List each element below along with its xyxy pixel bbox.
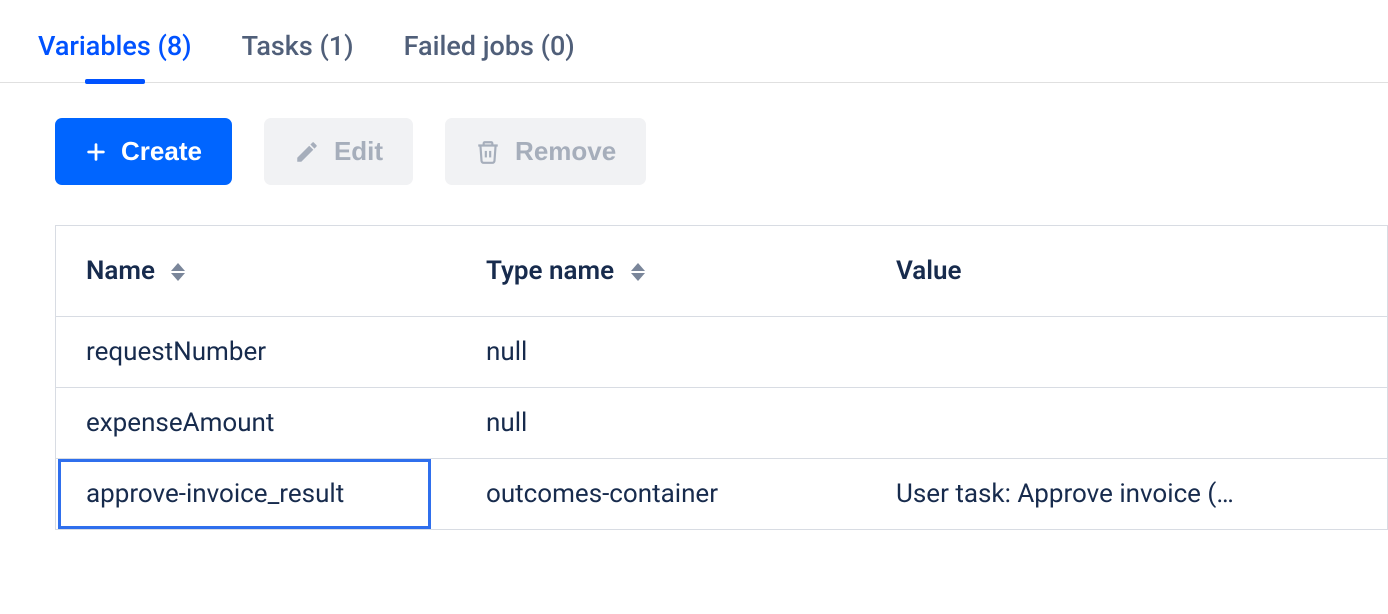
table-row[interactable]: expenseAmountnull [56, 388, 1387, 459]
cell-type: null [456, 388, 866, 459]
toolbar: Create Edit Remove [0, 83, 1388, 185]
remove-button[interactable]: Remove [445, 118, 646, 185]
cell-value [866, 317, 1387, 388]
cell-type: outcomes-container [456, 459, 866, 530]
pencil-icon [294, 139, 320, 165]
trash-icon [475, 139, 501, 165]
cell-name: expenseAmount [56, 388, 456, 459]
plus-icon [85, 141, 107, 163]
cell-name: requestNumber [56, 317, 456, 388]
column-name-label: Name [86, 256, 155, 286]
cell-value [866, 388, 1387, 459]
sort-icon [631, 263, 645, 281]
column-header-name[interactable]: Name [56, 226, 456, 317]
column-type-label: Type name [486, 256, 614, 286]
tab-variables[interactable]: Variables (8) [38, 30, 192, 82]
cell-value: User task: Approve invoice (… [866, 459, 1387, 530]
table-row[interactable]: approve-invoice_resultoutcomes-container… [56, 459, 1387, 530]
tabs-bar: Variables (8) Tasks (1) Failed jobs (0) [0, 0, 1388, 83]
variables-table: Name Type name Value requestNumbernullex… [56, 226, 1387, 530]
sort-icon [171, 263, 185, 281]
table-row[interactable]: requestNumbernull [56, 317, 1387, 388]
column-header-value[interactable]: Value [866, 226, 1387, 317]
variables-table-container: Name Type name Value requestNumbernullex… [55, 225, 1388, 530]
tab-tasks[interactable]: Tasks (1) [242, 30, 354, 82]
edit-button[interactable]: Edit [264, 118, 413, 185]
cell-name: approve-invoice_result [56, 459, 456, 530]
column-header-type[interactable]: Type name [456, 226, 866, 317]
create-button-label: Create [121, 136, 202, 167]
cell-type: null [456, 317, 866, 388]
column-value-label: Value [896, 256, 962, 286]
create-button[interactable]: Create [55, 118, 232, 185]
edit-button-label: Edit [334, 136, 383, 167]
remove-button-label: Remove [515, 136, 616, 167]
tab-failed-jobs[interactable]: Failed jobs (0) [404, 30, 575, 82]
